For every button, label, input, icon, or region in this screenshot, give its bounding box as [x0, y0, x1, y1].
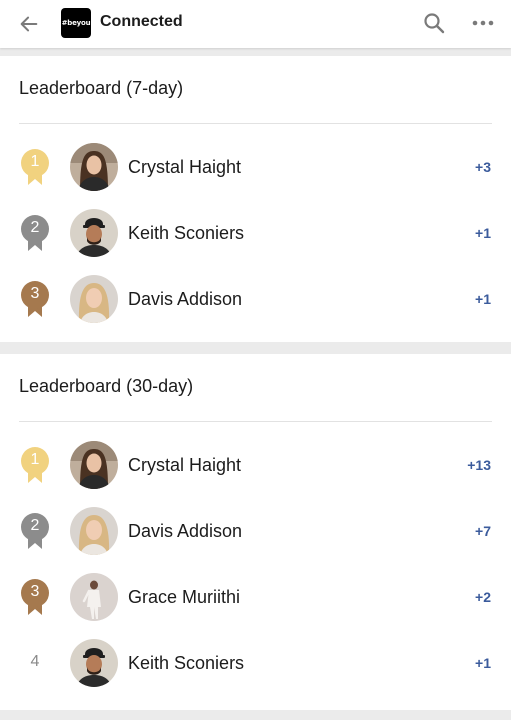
- bronze-medal-icon: 3: [18, 578, 52, 616]
- app-bar: #beyou Connected: [0, 0, 511, 48]
- more-button[interactable]: [468, 9, 498, 37]
- score-badge: +13: [467, 457, 491, 473]
- silver-medal-icon: 2: [18, 512, 52, 550]
- avatar: [70, 275, 118, 323]
- gold-medal-icon: 1: [18, 148, 52, 186]
- member-name: Davis Addison: [128, 521, 243, 541]
- arrow-left-icon: [20, 16, 38, 32]
- score-badge: +7: [475, 523, 491, 539]
- section-title: Leaderboard (7-day): [19, 78, 184, 98]
- member-name: Crystal Haight: [128, 157, 242, 177]
- bronze-medal-icon: 3: [18, 280, 52, 318]
- member-name: Crystal Haight: [128, 455, 242, 475]
- member-name: Keith Sconiers: [128, 223, 245, 243]
- leaderboard-7day-card: Leaderboard (7-day) 1 Crystal Haight +3: [0, 56, 511, 342]
- leaderboard-row[interactable]: 4 Keith Sconiers +1: [0, 632, 511, 692]
- leaderboard-row[interactable]: 3 Grace Muriithi +2: [0, 566, 511, 626]
- leaderboard-30day-card: Leaderboard (30-day) 1 Crystal Haight +1…: [0, 354, 511, 710]
- search-button[interactable]: [420, 9, 448, 37]
- app-logo: #beyou: [61, 8, 91, 38]
- divider: [19, 421, 492, 422]
- leaderboard-row[interactable]: 3 Davis Addison +1: [0, 268, 511, 328]
- avatar: [70, 573, 118, 621]
- leaderboard-row[interactable]: 1 Crystal Haight +3: [0, 136, 511, 196]
- section-title: Leaderboard (30-day): [19, 376, 194, 396]
- score-badge: +2: [475, 589, 491, 605]
- avatar: [70, 209, 118, 257]
- rank-number: 3: [30, 285, 40, 302]
- score-badge: +1: [475, 225, 491, 241]
- gold-medal-icon: 1: [18, 446, 52, 484]
- back-button[interactable]: [14, 10, 44, 38]
- leaderboard-row[interactable]: 2 Keith Sconiers +1: [0, 202, 511, 262]
- rank-number: 4: [30, 653, 40, 670]
- rank-number: 2: [30, 517, 40, 534]
- avatar: [70, 143, 118, 191]
- member-name: Davis Addison: [128, 289, 243, 309]
- rank-number: 1: [30, 153, 40, 170]
- rank-number: 2: [30, 219, 40, 236]
- score-badge: +1: [475, 655, 491, 671]
- member-name: Grace Muriithi: [128, 587, 241, 607]
- search-icon: [424, 13, 445, 34]
- more-horizontal-icon: [472, 20, 494, 26]
- rank-number: 1: [30, 451, 40, 468]
- leaderboard-row[interactable]: 1 Crystal Haight +13: [0, 434, 511, 494]
- avatar: [70, 639, 118, 687]
- member-name: Keith Sconiers: [128, 653, 245, 673]
- leaderboard-row[interactable]: 2 Davis Addison +7: [0, 500, 511, 560]
- score-badge: +3: [475, 159, 491, 175]
- avatar: [70, 507, 118, 555]
- rank-number: 3: [30, 583, 40, 600]
- score-badge: +1: [475, 291, 491, 307]
- page-title: Connected: [100, 13, 183, 30]
- avatar: [70, 441, 118, 489]
- divider: [19, 123, 492, 124]
- silver-medal-icon: 2: [18, 214, 52, 252]
